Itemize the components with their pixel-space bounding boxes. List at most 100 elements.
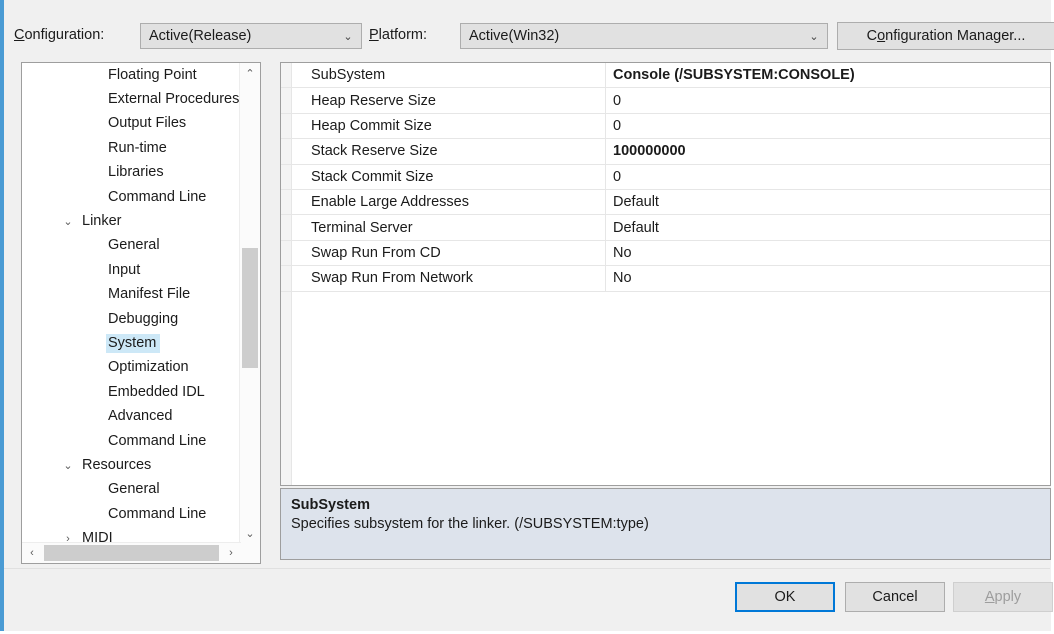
property-value[interactable]: 0 xyxy=(613,118,621,134)
tree-item-label: Input xyxy=(108,261,141,278)
tree-item-label: Manifest File xyxy=(108,286,191,303)
tree-item-list[interactable]: Floating Point External Procedures Output … xyxy=(22,63,241,543)
platform-dropdown-value: Active(Win32) xyxy=(469,28,560,44)
property-name: Stack Commit Size xyxy=(311,168,434,185)
tree-item-manifest-file[interactable]: Manifest File xyxy=(22,283,241,307)
configuration-label-rest: onfiguration: xyxy=(24,27,105,43)
tree-horizontal-scroll-thumb[interactable] xyxy=(44,545,219,561)
tree-item-optimization[interactable]: Optimization xyxy=(22,356,241,380)
property-column-divider[interactable] xyxy=(605,88,606,113)
configuration-manager-button[interactable]: Configuration Manager... xyxy=(837,22,1054,50)
property-row[interactable]: Swap Run From Network No xyxy=(281,266,1050,292)
property-name: Heap Reserve Size xyxy=(311,92,436,109)
scroll-left-icon[interactable]: ‹ xyxy=(22,543,42,563)
property-name: Heap Commit Size xyxy=(311,117,432,134)
tree-item-advanced[interactable]: Advanced xyxy=(22,404,241,428)
property-row[interactable]: Terminal Server Default xyxy=(281,215,1050,241)
platform-label: Platform: xyxy=(369,27,427,43)
property-value[interactable]: 100000000 xyxy=(613,143,686,159)
property-column-divider[interactable] xyxy=(605,113,606,139)
property-pages-tree[interactable]: Floating Point External Procedures Output … xyxy=(21,62,261,564)
property-value[interactable]: 0 xyxy=(613,169,621,185)
property-description-pane: SubSystem Specifies subsystem for the li… xyxy=(280,488,1051,560)
property-value[interactable]: Default xyxy=(613,194,659,210)
tree-horizontal-scrollbar[interactable]: ‹ › xyxy=(22,542,241,563)
apply-button-label: Apply xyxy=(984,589,1022,605)
tree-item-label: Floating Point xyxy=(108,66,197,83)
property-value[interactable]: Default xyxy=(613,220,659,236)
tree-item-linker[interactable]: ⌄ Linker xyxy=(22,209,241,233)
property-name: Swap Run From CD xyxy=(311,244,441,261)
configuration-dropdown[interactable]: Active(Release) ⌄ xyxy=(140,23,362,49)
property-row[interactable]: Enable Large Addresses Default xyxy=(281,189,1050,216)
property-column-divider[interactable] xyxy=(605,63,606,88)
property-name: Terminal Server xyxy=(311,219,413,236)
property-value[interactable]: Console (/SUBSYSTEM:CONSOLE) xyxy=(613,67,855,83)
property-value[interactable]: No xyxy=(613,270,632,286)
tree-item-input[interactable]: Input xyxy=(22,258,241,282)
apply-accel-char: A xyxy=(984,589,995,605)
ok-button-label: OK xyxy=(774,589,796,605)
tree-item-label: Advanced xyxy=(108,408,173,425)
property-column-divider[interactable] xyxy=(605,139,606,164)
property-row[interactable]: Swap Run From CD No xyxy=(281,240,1050,267)
property-row[interactable]: SubSystem Console (/SUBSYSTEM:CONSOLE) xyxy=(281,63,1050,89)
configuration-manager-accel-char: o xyxy=(877,28,886,44)
tree-item-system[interactable]: System xyxy=(22,331,241,355)
chevron-down-icon: ⌄ xyxy=(809,30,819,43)
tree-item-resources[interactable]: ⌄ Resources xyxy=(22,453,241,477)
tree-item-label: Debugging xyxy=(108,310,179,327)
tree-vertical-scrollbar[interactable]: ⌃ ⌄ xyxy=(239,63,260,543)
tree-item-label: External Procedures xyxy=(108,91,240,108)
tree-item-run-time[interactable]: Run-time xyxy=(22,136,241,160)
property-value[interactable]: 0 xyxy=(613,93,621,109)
tree-item-label: Resources xyxy=(82,456,152,473)
tree-item-command-line[interactable]: Command Line xyxy=(22,185,241,209)
property-row[interactable]: Stack Commit Size 0 xyxy=(281,164,1050,190)
tree-item-label: Output Files xyxy=(108,115,187,132)
property-row[interactable]: Heap Commit Size 0 xyxy=(281,113,1050,140)
property-column-divider[interactable] xyxy=(605,240,606,266)
property-row[interactable]: Heap Reserve Size 0 xyxy=(281,88,1050,114)
tree-item-label: Embedded IDL xyxy=(108,383,205,400)
tree-item-label: General xyxy=(108,237,160,254)
configuration-accel-char: C xyxy=(14,27,25,43)
scroll-down-icon[interactable]: ⌄ xyxy=(240,523,260,543)
tree-item-command-line[interactable]: Command Line xyxy=(22,502,241,526)
chevron-down-icon[interactable]: ⌄ xyxy=(60,459,76,472)
configuration-dropdown-value: Active(Release) xyxy=(149,28,252,44)
property-row[interactable]: Stack Reserve Size 100000000 xyxy=(281,139,1050,165)
ok-button[interactable]: OK xyxy=(735,582,835,612)
tree-item-label: Optimization xyxy=(108,359,189,376)
cancel-button[interactable]: Cancel xyxy=(845,582,945,612)
tree-item-floating-point[interactable]: Floating Point xyxy=(22,63,241,87)
tree-item-label: Libraries xyxy=(108,164,164,181)
platform-dropdown[interactable]: Active(Win32) ⌄ xyxy=(460,23,828,49)
tree-item-debugging[interactable]: Debugging xyxy=(22,307,241,331)
tree-item-libraries[interactable]: Libraries xyxy=(22,161,241,185)
property-value[interactable]: No xyxy=(613,245,632,261)
tree-item-label: General xyxy=(108,481,160,498)
tree-item-midi[interactable]: › MIDI xyxy=(22,526,241,543)
property-grid[interactable]: SubSystem Console (/SUBSYSTEM:CONSOLE) Hea… xyxy=(280,62,1051,486)
property-column-divider[interactable] xyxy=(605,164,606,189)
configuration-toolbar: Configuration: Active(Release) ⌄ Platfor… xyxy=(4,0,1054,56)
tree-item-command-line[interactable]: Command Line xyxy=(22,429,241,453)
scroll-right-icon[interactable]: › xyxy=(221,543,241,563)
property-column-divider[interactable] xyxy=(605,189,606,215)
tree-item-label: Command Line xyxy=(108,188,207,205)
property-column-divider[interactable] xyxy=(605,266,606,291)
configuration-label: Configuration: xyxy=(14,27,104,43)
apply-button: Apply xyxy=(953,582,1053,612)
tree-item-general[interactable]: General xyxy=(22,478,241,502)
tree-item-label: MIDI xyxy=(82,530,113,543)
tree-vertical-scroll-thumb[interactable] xyxy=(242,248,258,368)
scroll-up-icon[interactable]: ⌃ xyxy=(240,63,260,83)
description-title: SubSystem xyxy=(291,497,370,513)
tree-item-external-procedures[interactable]: External Procedures xyxy=(22,87,241,111)
chevron-down-icon[interactable]: ⌄ xyxy=(60,215,76,228)
tree-item-output-files[interactable]: Output Files xyxy=(22,112,241,136)
tree-item-general[interactable]: General xyxy=(22,234,241,258)
property-column-divider[interactable] xyxy=(605,215,606,240)
tree-item-embedded-idl[interactable]: Embedded IDL xyxy=(22,380,241,404)
